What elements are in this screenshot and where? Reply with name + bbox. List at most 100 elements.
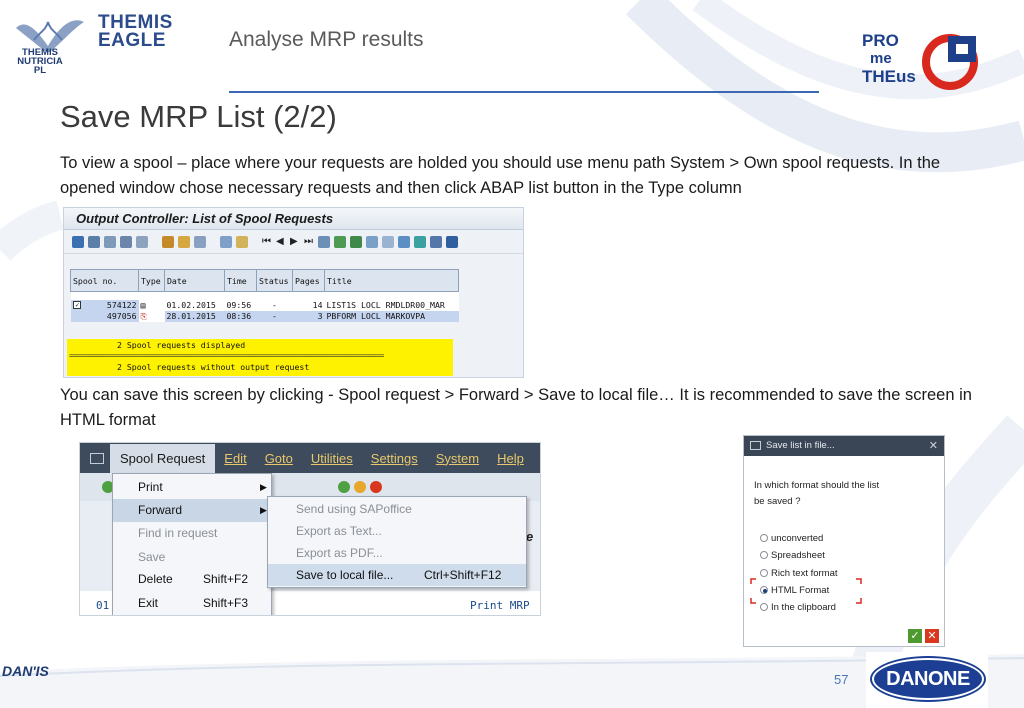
menu-item-print[interactable]: Print ▶: [113, 476, 271, 499]
menu-item-label: Forward: [138, 503, 183, 517]
menu-spool-request[interactable]: Spool Request: [110, 443, 216, 473]
confirm-button[interactable]: ✓: [908, 629, 922, 643]
submenu-save-local-file[interactable]: Save to local file... Ctrl+Shift+F12: [268, 564, 526, 586]
list-row-number: 01: [96, 599, 110, 612]
status-line-1: 2 Spool requests displayed: [117, 340, 246, 350]
radio-label: Spreadsheet: [771, 550, 825, 561]
menu-settings[interactable]: Settings: [362, 451, 427, 466]
info-icon[interactable]: [446, 235, 458, 248]
submenu-export-pdf[interactable]: Export as PDF...: [268, 542, 526, 564]
status-separator: ========================================…: [69, 351, 384, 360]
menu-item-label: Print: [138, 480, 163, 494]
pdf-icon[interactable]: [194, 235, 206, 248]
sort-desc-icon[interactable]: [350, 235, 362, 248]
danis-logo: DAN'IS: [2, 663, 49, 679]
col-type[interactable]: Type: [138, 269, 165, 292]
menu-item-label: Save: [138, 550, 166, 564]
next-page-icon[interactable]: ▶: [290, 236, 300, 248]
attributes-icon[interactable]: [162, 235, 174, 248]
menu-help[interactable]: Help: [488, 451, 533, 466]
cancel-button[interactable]: ✕: [925, 629, 939, 643]
cancel-icon[interactable]: [370, 481, 382, 493]
submenu-item-label: Save to local file...: [296, 568, 394, 582]
radio-spreadsheet[interactable]: Spreadsheet: [760, 550, 825, 561]
prometheus-text-me: me: [870, 50, 892, 67]
col-date[interactable]: Date: [164, 269, 225, 292]
first-page-icon[interactable]: ⏮: [262, 236, 272, 248]
radio-unconverted[interactable]: unconverted: [760, 533, 823, 544]
menu-item-delete[interactable]: Delete Shift+F2: [113, 568, 271, 591]
menu-item-exit[interactable]: Exit Shift+F3: [113, 592, 271, 615]
delete-icon[interactable]: [120, 235, 132, 248]
menu-item-shortcut: Shift+F2: [203, 572, 249, 586]
cell-status: -: [256, 310, 293, 322]
menu-item-forward[interactable]: Forward ▶: [113, 499, 271, 522]
prev-page-icon[interactable]: ◀: [276, 236, 286, 248]
focus-indicator: [750, 578, 862, 604]
col-status[interactable]: Status: [256, 269, 293, 292]
dialog-question: In which format should the list be saved…: [754, 478, 904, 510]
radio-button-icon[interactable]: [760, 534, 768, 542]
row-checkbox[interactable]: ✓: [72, 301, 81, 309]
cell-pages: 3: [292, 310, 325, 322]
display-icon[interactable]: [104, 235, 116, 248]
dialog-question-line-1: In which format should the list: [754, 480, 880, 491]
select-icon[interactable]: [366, 235, 378, 248]
sort-asc-icon[interactable]: [334, 235, 346, 248]
menu-item-save[interactable]: Save: [113, 546, 271, 569]
pdf-doc-icon[interactable]: ⎘: [138, 310, 165, 322]
table-row[interactable]: ✓ 574122 ▤ 01.02.2015 09:56 - 14 LIST1S L…: [70, 299, 459, 311]
danone-logo: DANONE: [866, 652, 988, 708]
prometheus-text-pro: PRO: [862, 31, 899, 50]
submenu-export-text[interactable]: Export as Text...: [268, 520, 526, 542]
sap-menubar: Spool Request Edit Goto Utilities Settin…: [80, 443, 540, 473]
menu-goto[interactable]: Goto: [256, 451, 302, 466]
cell-spool-no[interactable]: ✓ 574122: [70, 299, 139, 311]
prometheus-emblem-icon: [922, 34, 978, 90]
back-icon[interactable]: [338, 481, 350, 493]
table-row[interactable]: 497056 ⎘ 28.01.2015 08:36 - 3 PBFORM LOC…: [70, 310, 459, 322]
col-spool-no[interactable]: Spool no.: [70, 269, 139, 292]
spool-number: 574122: [106, 300, 137, 310]
col-time[interactable]: Time: [224, 269, 257, 292]
radio-button-icon[interactable]: [760, 603, 768, 611]
col-pages[interactable]: Pages: [292, 269, 325, 292]
trash-icon[interactable]: [136, 235, 148, 248]
col-title[interactable]: Title: [324, 269, 459, 292]
cell-status: -: [256, 299, 293, 311]
spool-request-dropdown: Print ▶ Forward ▶ Find in request Save D…: [112, 473, 272, 615]
document-icon: [750, 441, 761, 450]
filter-icon[interactable]: [382, 235, 394, 248]
sum-icon[interactable]: [414, 235, 426, 248]
instruction-paragraph-2: You can save this screen by clicking - S…: [60, 386, 972, 429]
funnel-icon[interactable]: [398, 235, 410, 248]
output-icon[interactable]: [178, 235, 190, 248]
spool-status-box: 2 Spool requests displayed =============…: [67, 339, 453, 376]
export-icon[interactable]: [430, 235, 442, 248]
menu-item-find-in-request[interactable]: Find in request: [113, 522, 271, 545]
find-icon[interactable]: [318, 235, 330, 248]
menu-utilities[interactable]: Utilities: [302, 451, 362, 466]
cell-time: 09:56: [224, 299, 257, 311]
header-divider: [229, 91, 819, 93]
menu-item-shortcut: Shift+F3: [203, 596, 249, 610]
dialog-title: Save list in file...: [766, 440, 835, 451]
exit-icon[interactable]: [354, 481, 366, 493]
print-icon[interactable]: [88, 235, 100, 248]
logo-text-nutricia: NUTRICIA PL: [17, 56, 63, 76]
radio-button-icon[interactable]: [760, 569, 768, 577]
close-icon[interactable]: ✕: [929, 439, 938, 452]
radio-button-icon[interactable]: [760, 551, 768, 559]
menu-edit[interactable]: Edit: [215, 451, 255, 466]
submenu-send-sapoffice[interactable]: Send using SAPoffice: [268, 498, 526, 520]
forward-submenu: Send using SAPoffice Export as Text... E…: [267, 496, 527, 588]
refresh-icon[interactable]: [72, 235, 84, 248]
cell-spool-no[interactable]: 497056: [70, 310, 139, 322]
window-menu-icon[interactable]: [90, 452, 104, 464]
menu-system[interactable]: System: [427, 451, 488, 466]
folder-icon[interactable]: [236, 235, 248, 248]
abap-list-icon[interactable]: ▤: [138, 299, 165, 311]
edit-icon[interactable]: [220, 235, 232, 248]
last-page-icon[interactable]: ⏭: [304, 236, 314, 248]
page-number: 57: [834, 672, 849, 687]
